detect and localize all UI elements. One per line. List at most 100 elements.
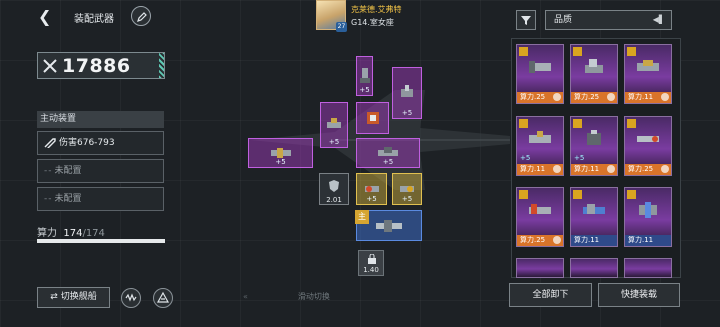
rarity-icon (573, 47, 582, 56)
part-slot-upper-right[interactable]: +5 (392, 67, 422, 119)
inventory-card[interactable]: 算力.25 (516, 187, 564, 247)
part-slot-center[interactable]: +5 (356, 138, 420, 168)
card-label: 算力.11 (520, 165, 546, 173)
part-weight-value: 2.01 (326, 196, 342, 204)
cannon-icon (529, 61, 551, 73)
card-label: 算力.11 (574, 165, 600, 173)
active-slot-3-label: 未配置 (54, 194, 82, 204)
missile-icon (44, 137, 56, 149)
card-strip: 算力.11 (625, 92, 671, 103)
active-slot-1-label: 伤害676-793 (59, 138, 115, 148)
card-strip: 算力.11 (517, 164, 563, 175)
card-label: 算力.25 (520, 236, 546, 244)
rarity-icon (519, 119, 528, 128)
core-module-icon (366, 112, 379, 124)
active-slot-2[interactable]: -- 未配置 (37, 159, 164, 183)
inventory-card[interactable]: +5 算力.11 (516, 116, 564, 176)
part-slot-left-wing[interactable]: +5 (248, 138, 313, 168)
swap-arrows-icon: ⇄ (50, 292, 58, 302)
empty-slot-dash: -- (44, 166, 53, 176)
inventory-card-partial[interactable] (570, 258, 618, 278)
filter-funnel-icon (521, 16, 531, 25)
card-strip: 算力.25 (517, 92, 563, 103)
sort-toggle-icon: ◀▌ (652, 15, 665, 24)
active-equipment-heading: 主动装置 (37, 111, 164, 128)
part-slot-gold-1[interactable]: +5 (356, 173, 387, 205)
part-slot-weight-a[interactable]: 2.01 (319, 173, 349, 205)
back-arrow-icon[interactable]: ❮ (38, 8, 54, 26)
equipped-icon (553, 236, 561, 244)
part-slot-weight-b[interactable]: 1.40 (358, 250, 384, 276)
cannon-icon (637, 136, 659, 142)
rarity-icon (519, 190, 528, 199)
cannon-icon (639, 202, 657, 218)
active-slot-1[interactable]: 伤害676-793 (37, 131, 164, 155)
inventory-card-partial[interactable] (624, 258, 672, 278)
part-slot-core[interactable] (356, 102, 389, 134)
part-plus: +5 (401, 195, 413, 203)
rarity-icon (627, 190, 636, 199)
equipped-icon (661, 93, 669, 101)
part-plus: +5 (401, 109, 413, 117)
power-value: 17886 (62, 55, 131, 77)
wave-button[interactable] (121, 288, 141, 308)
card-label: 算力.11 (628, 93, 654, 101)
sort-dropdown[interactable]: 品质 ◀▌ (545, 10, 672, 30)
chevron-left-icon: « (243, 292, 248, 301)
compute-label: 算力 (37, 228, 57, 239)
cannon-icon (401, 85, 413, 97)
inventory-card[interactable]: 算力.25 (624, 116, 672, 176)
edit-pen-icon (137, 12, 147, 22)
equipped-icon (607, 165, 615, 173)
power-accent-stripe (159, 53, 164, 78)
inventory-card[interactable]: 算力.11 (624, 44, 672, 104)
wave-icon (125, 293, 137, 302)
filter-button[interactable] (516, 10, 536, 30)
part-slot-top[interactable]: +5 (356, 56, 373, 96)
compute-max: /174 (82, 228, 105, 239)
commander-level-badge: 27 (336, 22, 347, 32)
inventory-card[interactable]: 算力.25 (570, 44, 618, 104)
rarity-icon (627, 119, 636, 128)
main-cannon-icon (376, 219, 402, 232)
lock-icon (368, 254, 376, 264)
inventory-card[interactable]: +5 算力.11 (570, 116, 618, 176)
cannon-icon (359, 68, 370, 83)
part-slot-mid-left[interactable]: +5 (320, 102, 348, 148)
rarity-icon (627, 47, 636, 56)
card-strip: 算力.11 (571, 164, 617, 175)
active-slot-2-label: 未配置 (54, 166, 82, 176)
page-title: 装配武器 (74, 14, 114, 25)
card-strip: 算力.25 (625, 164, 671, 175)
cannon-icon (327, 118, 341, 128)
quick-equip-button[interactable]: 快捷装载 (598, 283, 680, 307)
active-slot-3[interactable]: -- 未配置 (37, 187, 164, 211)
equipped-icon (553, 93, 561, 101)
rarity-icon (519, 47, 528, 56)
ship-outline-icon (156, 291, 170, 303)
cannon-icon (587, 130, 601, 145)
cannon-icon (529, 131, 551, 143)
card-plus: +5 (520, 154, 531, 162)
card-label: 算力.25 (628, 165, 654, 173)
part-plus: +5 (382, 158, 394, 166)
equipped-icon (553, 165, 561, 173)
inventory-card[interactable]: 算力.11 (624, 187, 672, 247)
part-slot-gold-2[interactable]: +5 (392, 173, 422, 205)
inventory-card[interactable]: 算力.25 (516, 44, 564, 104)
part-plus: +5 (359, 86, 370, 94)
edit-button[interactable] (131, 6, 151, 26)
inventory-card[interactable]: 算力.11 (570, 187, 618, 247)
part-weight-value: 1.40 (363, 266, 379, 274)
cannon-icon (529, 204, 551, 214)
unload-all-button[interactable]: 全部卸下 (509, 283, 592, 307)
inventory-card-partial[interactable] (516, 258, 564, 278)
compute-bar (37, 239, 165, 243)
switch-ship-button[interactable]: ⇄ 切换舰船 (37, 287, 110, 308)
cannon-icon (583, 204, 605, 214)
commander-name: 克莱德.艾弗特 (351, 5, 402, 14)
main-weapon-tag: 主 (355, 210, 369, 224)
card-label: 算力.25 (520, 93, 546, 101)
ship-outline-button[interactable] (153, 288, 173, 308)
slide-hint-label: 滑动切换 (297, 292, 330, 301)
